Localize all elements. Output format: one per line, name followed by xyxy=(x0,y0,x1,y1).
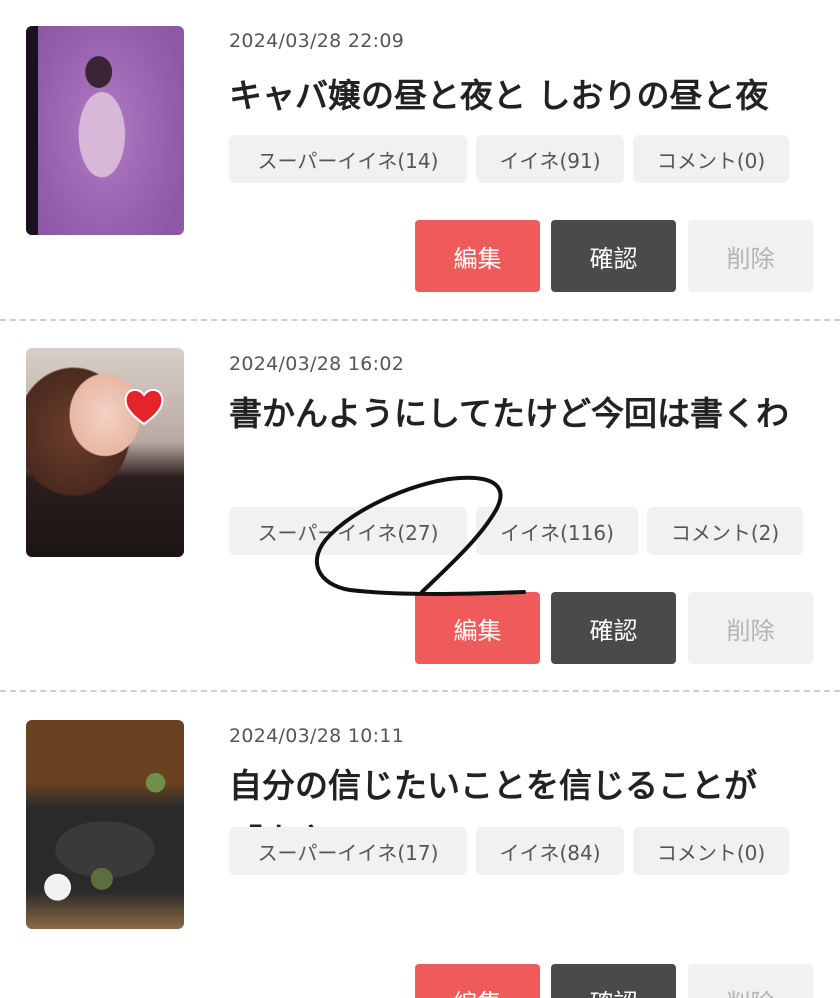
post-date: 2024/03/28 22:09 xyxy=(229,30,405,52)
comment-count: コメント(0) xyxy=(633,827,789,875)
post-date: 2024/03/28 16:02 xyxy=(229,353,405,375)
confirm-button[interactable]: 確認 xyxy=(551,592,676,664)
post-thumbnail[interactable] xyxy=(26,26,184,235)
super-like-count: スーパーイイネ(17) xyxy=(229,827,467,875)
super-like-count: スーパーイイネ(27) xyxy=(229,507,467,555)
post-thumbnail[interactable] xyxy=(26,348,184,557)
post-item: 2024/03/28 16:02 書かんようにしてたけど今回は書くわ スーパーイ… xyxy=(0,322,840,690)
like-count: イイネ(116) xyxy=(476,507,638,555)
confirm-button[interactable]: 確認 xyxy=(551,220,676,292)
post-title[interactable]: キャバ嬢の昼と夜と しおりの昼と夜 xyxy=(229,68,819,124)
comment-count: コメント(2) xyxy=(647,507,803,555)
post-thumbnail[interactable] xyxy=(26,720,184,929)
like-count: イイネ(84) xyxy=(476,827,624,875)
edit-button[interactable]: 編集 xyxy=(415,592,540,664)
comment-count: コメント(0) xyxy=(633,135,789,183)
edit-button[interactable]: 編集 xyxy=(415,964,540,998)
super-like-count: スーパーイイネ(14) xyxy=(229,135,467,183)
edit-button[interactable]: 編集 xyxy=(415,220,540,292)
post-item: 2024/03/28 10:11 自分の信じたいことを信じることが「真実」 スー… xyxy=(0,692,840,998)
confirm-button[interactable]: 確認 xyxy=(551,964,676,998)
delete-button[interactable]: 削除 xyxy=(688,592,813,664)
post-date: 2024/03/28 10:11 xyxy=(229,725,405,747)
delete-button[interactable]: 削除 xyxy=(688,220,813,292)
heart-icon xyxy=(124,389,164,426)
post-title[interactable]: 書かんようにしてたけど今回は書くわ xyxy=(229,386,819,442)
like-count: イイネ(91) xyxy=(476,135,624,183)
divider xyxy=(0,319,840,321)
delete-button[interactable]: 削除 xyxy=(688,964,813,998)
post-item: 2024/03/28 22:09 キャバ嬢の昼と夜と しおりの昼と夜 スーパーイ… xyxy=(0,0,840,320)
